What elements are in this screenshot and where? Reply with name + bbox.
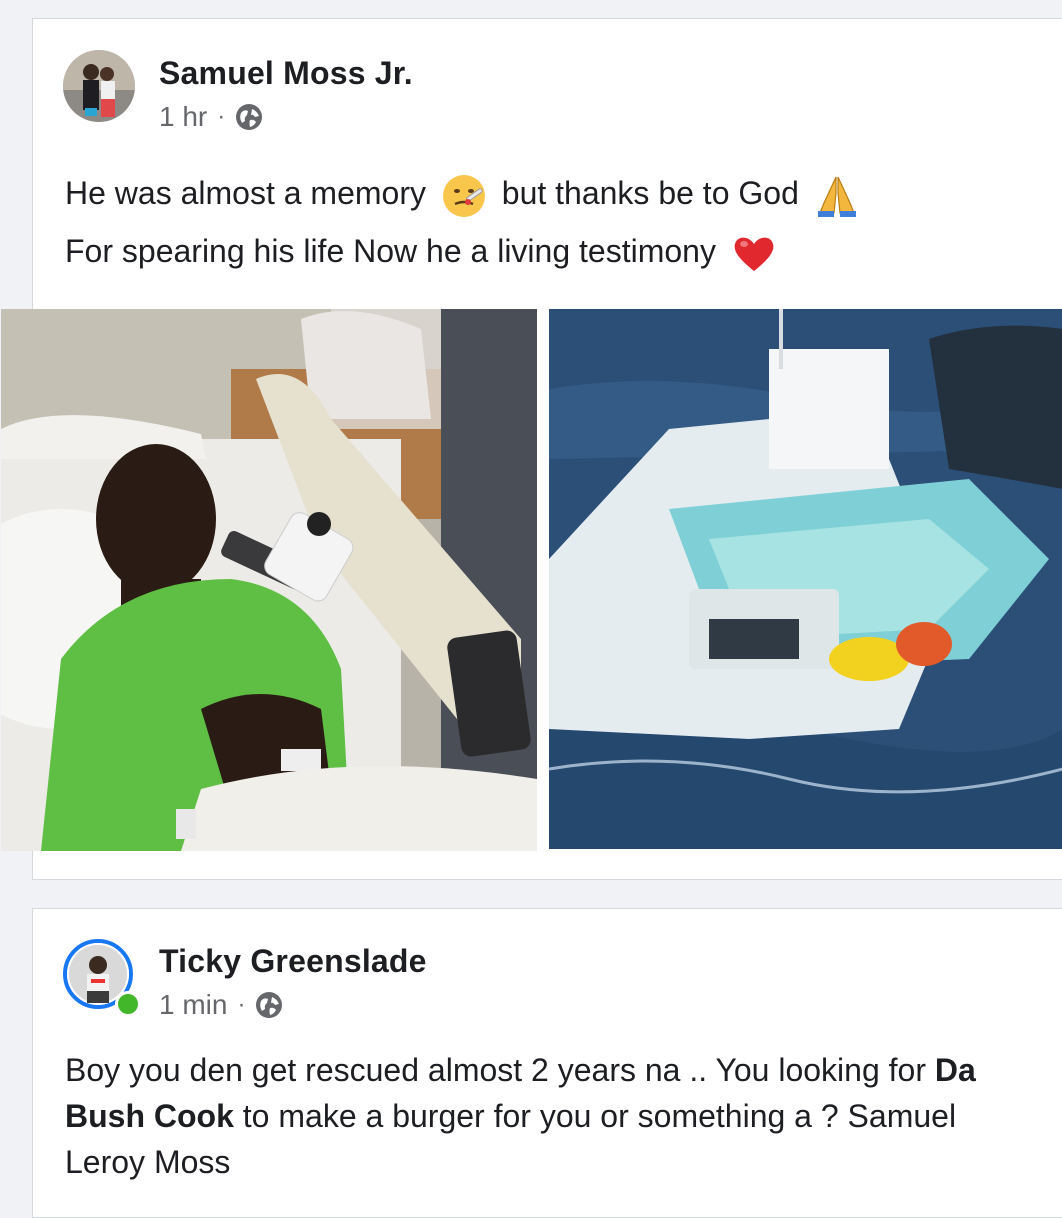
post-timestamp[interactable]: 1 hr	[159, 101, 207, 133]
sinking-boat-rescue-photo[interactable]	[549, 309, 1062, 849]
globe-icon[interactable]	[255, 991, 283, 1019]
post-meta: 1 hr ·	[159, 101, 263, 133]
post-meta: 1 min ·	[159, 989, 283, 1021]
hospital-bed-photo[interactable]	[1, 309, 537, 851]
author-avatar[interactable]	[63, 50, 135, 122]
comment-text-a: Boy you den get rescued almost 2 years n…	[65, 1052, 935, 1088]
meta-separator: ·	[217, 103, 226, 130]
post-text: He was almost a memory but thanks be to …	[65, 164, 1022, 280]
globe-icon[interactable]	[235, 103, 263, 131]
post-text-line1a: He was almost a memory	[65, 175, 426, 211]
comment-card: Ticky Greenslade 1 min · Boy you den get…	[32, 908, 1062, 1218]
post-text-line2: For spearing his life Now he a living te…	[65, 233, 716, 269]
author-name[interactable]: Ticky Greenslade	[159, 943, 427, 980]
post-card: Samuel Moss Jr. 1 hr · He was almost a m…	[1, 18, 1062, 880]
comment-text: Boy you den get rescued almost 2 years n…	[65, 1047, 1022, 1185]
author-name[interactable]: Samuel Moss Jr.	[159, 55, 413, 92]
folded-hands-emoji	[817, 176, 856, 217]
meta-separator: ·	[237, 991, 246, 1018]
online-status-dot	[115, 991, 141, 1017]
face-with-thermometer-emoji	[442, 174, 485, 217]
post-text-line1b: but thanks be to God	[501, 175, 799, 211]
red-heart-emoji	[734, 237, 774, 271]
post-timestamp[interactable]: 1 min	[159, 989, 227, 1021]
